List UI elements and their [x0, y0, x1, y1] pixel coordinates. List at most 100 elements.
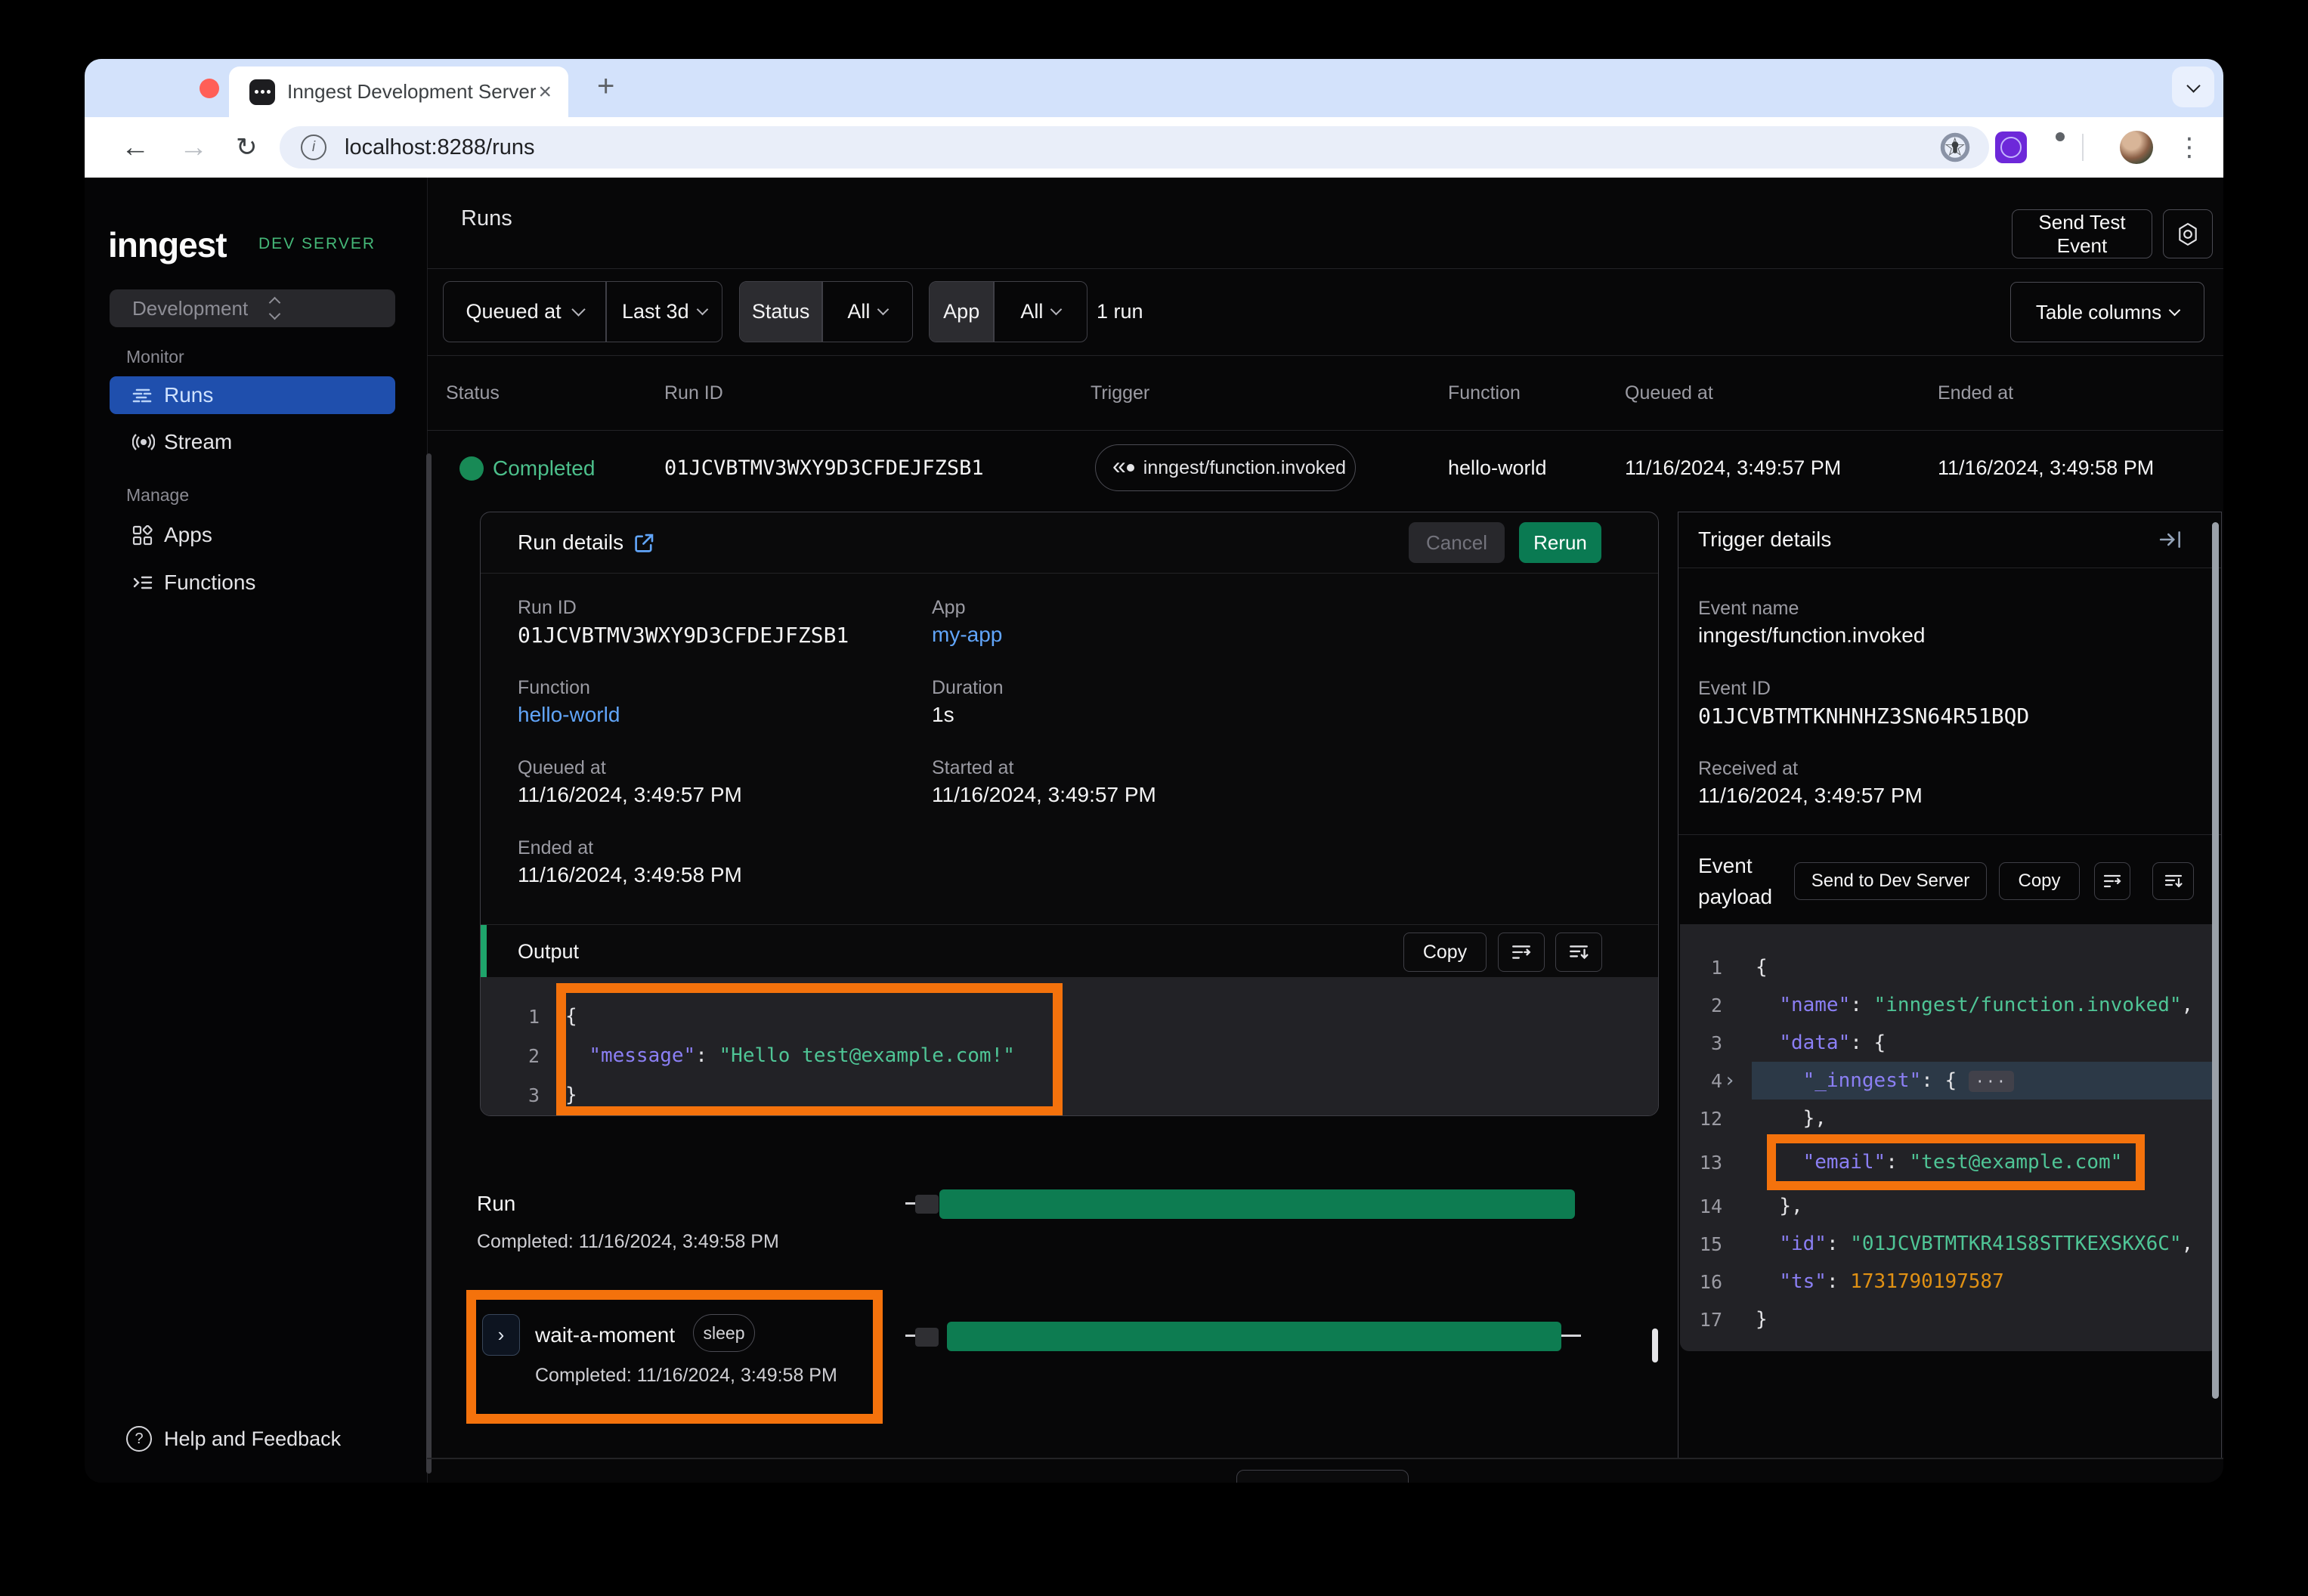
status-dot [459, 456, 484, 481]
code-token [1756, 1270, 1779, 1293]
dev-server-badge: DEV SERVER [258, 235, 376, 253]
password-manager-icon[interactable] [1938, 131, 1972, 168]
send-to-dev-server-button[interactable]: Send to Dev Server [1794, 862, 1987, 900]
extension-icon[interactable] [1995, 131, 2027, 163]
reload-icon[interactable]: ↻ [236, 117, 258, 178]
trigger-badge[interactable]: « inngest/function.invoked [1095, 444, 1356, 491]
timeline-tick [1561, 1335, 1581, 1337]
app-filter[interactable]: App All [929, 281, 1087, 342]
column-header[interactable]: Queued at [1625, 382, 1713, 404]
manage-section-label: Manage [126, 485, 189, 506]
external-link-icon[interactable] [633, 532, 655, 558]
event-payload-code: 1{2 "name": "inngest/function.invoked",3… [1680, 924, 2218, 1351]
line-number: 13 [1680, 1152, 1756, 1174]
time-range-select[interactable]: Last 3d [607, 282, 722, 342]
address-bar[interactable]: i localhost:8288/runs ☆ [280, 126, 1989, 169]
help-and-feedback[interactable]: ? Help and Feedback [126, 1426, 341, 1452]
table-columns-button[interactable]: Table columns [2010, 282, 2204, 342]
code-token: "email" [1803, 1151, 1886, 1174]
code-line: 1{ [481, 997, 1658, 1036]
line-number: 1 [1680, 957, 1756, 979]
run-timeline-bar[interactable] [939, 1189, 1575, 1219]
column-header[interactable]: Run ID [664, 382, 723, 404]
url-text[interactable]: localhost:8288/runs [345, 135, 535, 160]
sidebar-item-apps[interactable]: Apps [110, 516, 395, 554]
time-filter[interactable]: Queued at Last 3d [443, 281, 722, 342]
browser-tab[interactable]: Inngest Development Server × [229, 66, 568, 117]
send-test-event-button[interactable]: Send Test Event [2012, 209, 2152, 258]
code-token: "id" [1779, 1233, 1827, 1255]
copy-output-button[interactable]: Copy [1403, 933, 1487, 972]
toolbar-divider [2082, 134, 2084, 161]
rerun-button[interactable]: Rerun [1519, 522, 1601, 563]
column-header[interactable]: Ended at [1938, 382, 2013, 404]
copy-payload-button[interactable]: Copy [1999, 862, 2080, 900]
partially-visible-button[interactable] [1236, 1470, 1409, 1483]
field-label: Ended at [518, 837, 593, 859]
code-token [565, 1044, 589, 1067]
row-run-id[interactable]: 01JCVBTMV3WXY9D3CFDEJFZSB1 [664, 430, 984, 506]
trigger-details-panel: Trigger details Event name inngest/funct… [1678, 512, 2222, 1458]
code-token [1756, 1069, 1803, 1092]
wrap-text-icon[interactable] [1498, 933, 1545, 972]
browser-menu-icon[interactable]: ⋮ [2177, 117, 2202, 178]
column-header[interactable]: Trigger [1091, 382, 1149, 404]
run-queue-segment [915, 1195, 939, 1214]
panel-scrollbar-thumb[interactable] [2212, 522, 2219, 1399]
forward-icon[interactable]: → [179, 117, 208, 178]
avatar[interactable] [2120, 131, 2153, 164]
settings-gear-button[interactable] [2163, 209, 2213, 258]
site-info-icon[interactable]: i [301, 135, 326, 160]
back-icon[interactable]: ← [121, 117, 150, 178]
invoke-icon: « [1112, 452, 1126, 480]
duration-value: 1s [932, 703, 954, 727]
line-number: 4 [1680, 1070, 1756, 1092]
timeline-run-label[interactable]: Run [477, 1192, 515, 1216]
time-field-select[interactable]: Queued at [444, 282, 605, 342]
line-number: 17 [1680, 1309, 1756, 1331]
collapse-panel-icon[interactable] [2159, 529, 2183, 554]
expand-step-button[interactable]: › [482, 1314, 520, 1356]
sidebar-item-stream[interactable]: Stream [110, 423, 395, 461]
line-number: 15 [1680, 1233, 1756, 1255]
sidebar-item-functions[interactable]: Functions [110, 564, 395, 602]
help-circle-icon: ? [126, 1426, 152, 1452]
step-highlight-box [466, 1290, 883, 1424]
step-timeline-bar[interactable] [947, 1322, 1561, 1351]
function-link[interactable]: hello-world [518, 703, 620, 727]
column-header[interactable]: Function [1448, 382, 1521, 404]
environment-selector[interactable]: Development [110, 289, 395, 327]
code-token: : [1827, 1233, 1850, 1255]
row-function[interactable]: hello-world [1448, 430, 1547, 506]
code-token: "_inngest" [1803, 1069, 1922, 1092]
column-header[interactable]: Status [446, 382, 500, 404]
table-row[interactable]: Completed 01JCVBTMV3WXY9D3CFDEJFZSB1 « i… [427, 430, 2223, 506]
scroll-to-bottom-icon[interactable] [1555, 933, 1602, 972]
code-text: { [1756, 956, 1768, 979]
app-filter-select[interactable]: All [995, 282, 1087, 342]
step-name[interactable]: wait-a-moment [535, 1323, 675, 1347]
new-tab-button[interactable]: + [597, 70, 614, 104]
collapse-chevron-icon[interactable]: › [1724, 1069, 1736, 1092]
field-label: Duration [932, 677, 1004, 699]
details-scrollbar-thumb[interactable] [1652, 1328, 1658, 1362]
cancel-button[interactable]: Cancel [1409, 522, 1505, 563]
scroll-to-bottom-icon[interactable] [2152, 862, 2194, 900]
code-token: "Hello test@example.com!" [719, 1044, 1015, 1067]
field-label: Run ID [518, 597, 577, 619]
status-filter-select[interactable]: All [823, 282, 912, 342]
status-filter[interactable]: Status All [739, 281, 913, 342]
monitor-section-label: Monitor [126, 347, 184, 367]
code-text: }, [1756, 1195, 1803, 1217]
close-tab-icon[interactable]: × [538, 79, 552, 105]
tab-search-button[interactable] [2172, 66, 2214, 107]
close-window-button[interactable] [200, 79, 219, 98]
screen: Inngest Development Server × + ← → ↻ i l… [0, 0, 2308, 1596]
run-details-header: Run details Cancel Rerun [481, 512, 1658, 574]
page-header: Runs Send Test Event [427, 178, 2223, 269]
wrap-text-icon[interactable] [2094, 862, 2130, 900]
sidebar-item-runs[interactable]: Runs [110, 376, 395, 414]
app-link[interactable]: my-app [932, 623, 1002, 647]
trigger-details-title: Trigger details [1698, 527, 1831, 552]
environment-name: Development [132, 297, 248, 320]
